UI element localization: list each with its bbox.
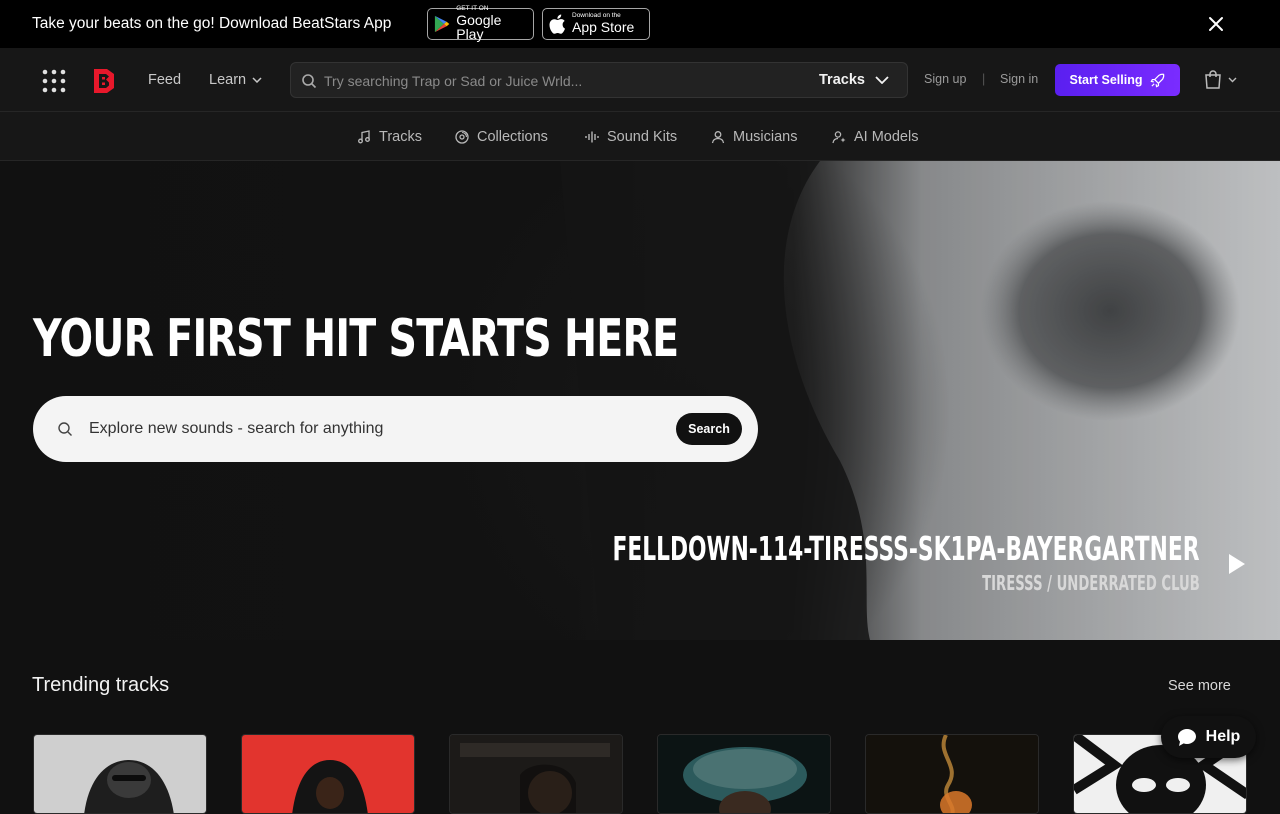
play-icon[interactable] [1227,553,1247,575]
waveform-icon [585,131,599,143]
category-nav: Tracks Collections Sound Kits Musicians … [0,112,1280,161]
promo-text: Take your beats on the go! Download Beat… [32,15,392,32]
apps-grid-icon[interactable] [42,69,66,93]
nav-learn-dropdown[interactable]: Learn [209,72,262,88]
shopping-bag-icon [1205,70,1221,89]
search-scope-label: Tracks [819,72,865,88]
category-musicians[interactable]: Musicians [711,129,797,145]
header-search-input[interactable] [324,71,794,91]
search-icon [302,74,317,89]
hero-title: YOUR FIRST HIT STARTS HERE [33,309,679,369]
start-selling-label: Start Selling [1069,73,1143,87]
chevron-down-icon [252,77,262,83]
track-artwork-image [866,735,1038,813]
category-label: Collections [477,129,548,145]
track-artwork[interactable] [449,734,623,814]
sign-in-link[interactable]: Sign in [1000,72,1038,86]
category-label: AI Models [854,129,919,145]
chat-bubble-icon [1177,728,1196,746]
track-artwork-image [34,735,206,813]
google-play-badge[interactable]: GET IT ON Google Play [427,6,534,43]
hero-search-bar: Search [33,396,758,462]
disc-icon [455,130,469,144]
search-icon [58,422,72,436]
google-play-big-text: Google Play [456,11,502,43]
track-artwork[interactable] [241,734,415,814]
category-ai-models[interactable]: AI Models [832,129,918,145]
featured-track-artist[interactable]: TIRESSS / UNDERRATED CLUB [982,571,1200,595]
nav-learn-label: Learn [209,72,247,88]
user-icon [711,131,725,144]
apple-icon [549,14,565,34]
ai-user-icon [832,131,846,144]
category-label: Musicians [733,129,798,145]
hero-search-input[interactable] [89,418,649,440]
chevron-down-icon [875,76,889,84]
category-label: Tracks [379,129,422,145]
category-tracks[interactable]: Tracks [357,129,422,145]
main-header: Feed Learn Tracks Sign up | Sign in Star… [0,48,1280,112]
music-note-icon [358,130,370,144]
track-artwork-image [450,735,622,813]
close-icon[interactable] [1206,14,1226,34]
chevron-down-icon [1228,77,1237,82]
track-artwork[interactable] [657,734,831,814]
rocket-icon [1150,73,1165,87]
app-store-badge[interactable]: Download on the App Store [542,8,650,40]
hero-banner: YOUR FIRST HIT STARTS HERE Search FELLDO… [0,161,1280,640]
track-artwork-image [242,735,414,813]
see-more-link[interactable]: See more [1168,678,1231,694]
auth-separator: | [982,72,986,86]
track-artwork-image [658,735,830,813]
track-artwork[interactable] [865,734,1039,814]
featured-track-title[interactable]: FELLDOWN-114-TIRESSS-SK1PA-BAYERGARTNER [613,529,1200,568]
google-play-icon [434,15,450,33]
search-scope-dropdown[interactable]: Tracks [819,72,889,88]
nav-feed-link[interactable]: Feed [148,72,181,88]
start-selling-button[interactable]: Start Selling [1055,64,1180,96]
beatstars-logo-icon[interactable] [94,69,114,93]
app-promo-banner: Take your beats on the go! Download Beat… [0,0,1280,48]
hero-search-button[interactable]: Search [676,413,742,445]
cart-dropdown[interactable] [1204,70,1237,89]
help-label: Help [1205,728,1241,745]
category-collections[interactable]: Collections [455,129,548,145]
app-store-big-text: App Store [572,18,635,35]
track-artwork[interactable] [33,734,207,814]
trending-tracks-heading: Trending tracks [32,674,170,696]
sign-up-link[interactable]: Sign up [924,72,966,86]
category-sound-kits[interactable]: Sound Kits [585,129,677,145]
category-label: Sound Kits [607,129,678,145]
header-search-bar: Tracks [290,62,908,98]
help-button[interactable]: Help [1161,716,1256,758]
